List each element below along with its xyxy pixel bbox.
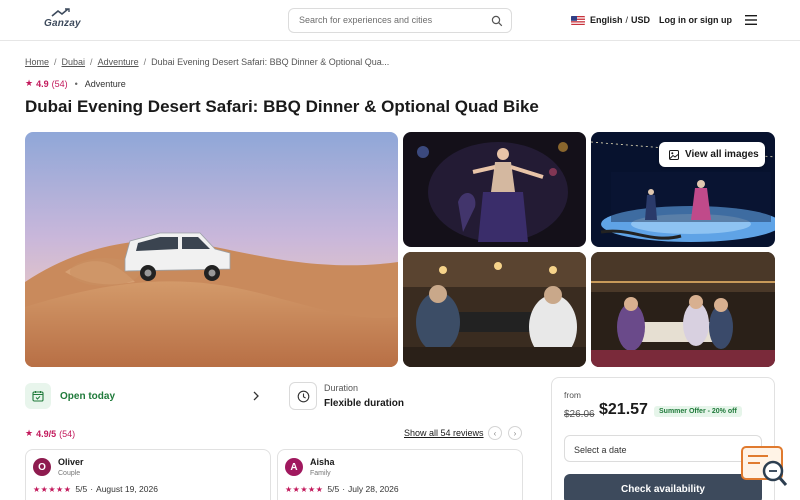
- breadcrumb-separator: /: [143, 57, 147, 67]
- review-meta: ★★★★★ 5/5 · August 19, 2026: [33, 484, 158, 494]
- logo-text: Ganzay: [44, 18, 81, 29]
- chevron-right-icon: [253, 391, 259, 401]
- reviewer-type: Couple: [58, 470, 81, 477]
- review-card: O Oliver Couple ★★★★★ 5/5 · August 19, 2…: [25, 449, 271, 500]
- reviews-count: (54): [59, 428, 76, 439]
- original-price: $26.06: [564, 409, 595, 420]
- review-date: August 19, 2026: [96, 484, 158, 494]
- hamburger-menu-icon[interactable]: [745, 15, 757, 25]
- support-chat-icon[interactable]: [740, 445, 790, 490]
- open-today-button[interactable]: Open today: [25, 381, 270, 411]
- calendar-icon-box: [25, 383, 51, 409]
- open-today-label: Open today: [60, 390, 116, 402]
- offer-badge: Summer Offer - 20% off: [654, 406, 742, 417]
- breadcrumb-separator: /: [90, 57, 93, 67]
- rating-value: 4.9: [36, 78, 49, 89]
- separator-dot: ·: [342, 484, 346, 494]
- review-meta: ★★★★★ 5/5 · July 28, 2026: [285, 484, 399, 494]
- search-icon[interactable]: [491, 15, 503, 27]
- logo[interactable]: Ganzay: [44, 8, 81, 34]
- us-flag-icon: [571, 15, 585, 25]
- star-rating-icon: ★★★★★: [285, 484, 324, 494]
- reviews-next-button[interactable]: ›: [508, 426, 522, 440]
- star-icon: ★: [25, 428, 34, 438]
- reviewer-name: Aisha: [310, 457, 335, 467]
- date-picker[interactable]: Select a date: [564, 435, 762, 462]
- duration-value: Flexible duration: [324, 398, 405, 409]
- currency-label: USD: [631, 15, 651, 25]
- current-price: $21.57: [599, 401, 648, 418]
- breadcrumb-current: Dubai Evening Desert Safari: BBQ Dinner …: [151, 57, 390, 67]
- separator: /: [625, 15, 629, 25]
- logo-mark-icon: [51, 8, 70, 17]
- breadcrumb-dubai[interactable]: Dubai: [62, 57, 86, 67]
- view-all-images-label: View all images: [685, 149, 759, 160]
- reviews-rating-value: 4.9/5: [36, 428, 57, 439]
- clock-icon-box: [289, 382, 317, 410]
- language-currency-selector[interactable]: English / USD: [571, 13, 650, 27]
- rating-count[interactable]: (54): [52, 79, 68, 89]
- gallery-main-image[interactable]: [25, 132, 398, 367]
- star-rating-icon: ★★★★★: [33, 484, 72, 494]
- page-title: Dubai Evening Desert Safari: BBQ Dinner …: [25, 97, 539, 116]
- login-link[interactable]: Log in or sign up: [659, 15, 732, 25]
- clock-icon: [297, 390, 309, 402]
- category-label: Adventure: [84, 78, 126, 89]
- review-score: 5/5: [75, 484, 88, 494]
- breadcrumb: Home / Dubai / Adventure / Dubai Evening…: [25, 57, 389, 67]
- bbq-dinner-image: [403, 252, 586, 367]
- view-all-images-button[interactable]: View all images: [659, 142, 765, 167]
- rating-summary: ★ 4.9 (54) • Adventure: [25, 78, 126, 89]
- chevron-right-icon: ›: [513, 428, 517, 438]
- avatar: A: [285, 458, 303, 476]
- separator-dot: •: [74, 78, 78, 89]
- separator-dot: ·: [90, 484, 94, 494]
- dining-tent-image: [591, 252, 775, 367]
- gallery-thumb-1[interactable]: [403, 132, 586, 247]
- calendar-icon: [32, 391, 44, 402]
- reviewer-type: Family: [310, 470, 331, 477]
- check-availability-button[interactable]: Check availability: [564, 474, 762, 500]
- review-score: 5/5: [327, 484, 340, 494]
- duration-label: Duration: [324, 383, 359, 393]
- reviews-rating: ★ 4.9/5 (54): [25, 428, 75, 439]
- check-availability-label: Check availability: [621, 483, 705, 495]
- reviewer-name: Oliver: [58, 457, 84, 467]
- breadcrumb-home[interactable]: Home: [25, 57, 49, 67]
- search-placeholder: Search for experiences and cities: [299, 15, 433, 25]
- avatar: O: [33, 458, 51, 476]
- price-from-label: from: [564, 390, 581, 400]
- review-date: July 28, 2026: [348, 484, 399, 494]
- show-all-reviews-link[interactable]: Show all 54 reviews: [404, 428, 484, 438]
- breadcrumb-adventure[interactable]: Adventure: [98, 57, 139, 67]
- search-input[interactable]: Search for experiences and cities: [288, 8, 512, 33]
- star-icon: ★: [25, 78, 34, 88]
- date-placeholder: Select a date: [574, 445, 627, 455]
- review-card: A Aisha Family ★★★★★ 5/5 · July 28, 2026: [277, 449, 523, 500]
- desert-safari-image: [25, 132, 398, 367]
- breadcrumb-separator: /: [54, 57, 57, 67]
- gallery-thumb-3[interactable]: [403, 252, 586, 367]
- belly-dancer-image: [403, 132, 586, 247]
- chevron-left-icon: ‹: [493, 428, 497, 438]
- reviews-prev-button[interactable]: ‹: [488, 426, 502, 440]
- image-icon: [669, 149, 679, 160]
- language-label: English: [590, 15, 623, 25]
- gallery-thumb-4[interactable]: [591, 252, 775, 367]
- site-header: Ganzay Search for experiences and cities…: [0, 0, 800, 41]
